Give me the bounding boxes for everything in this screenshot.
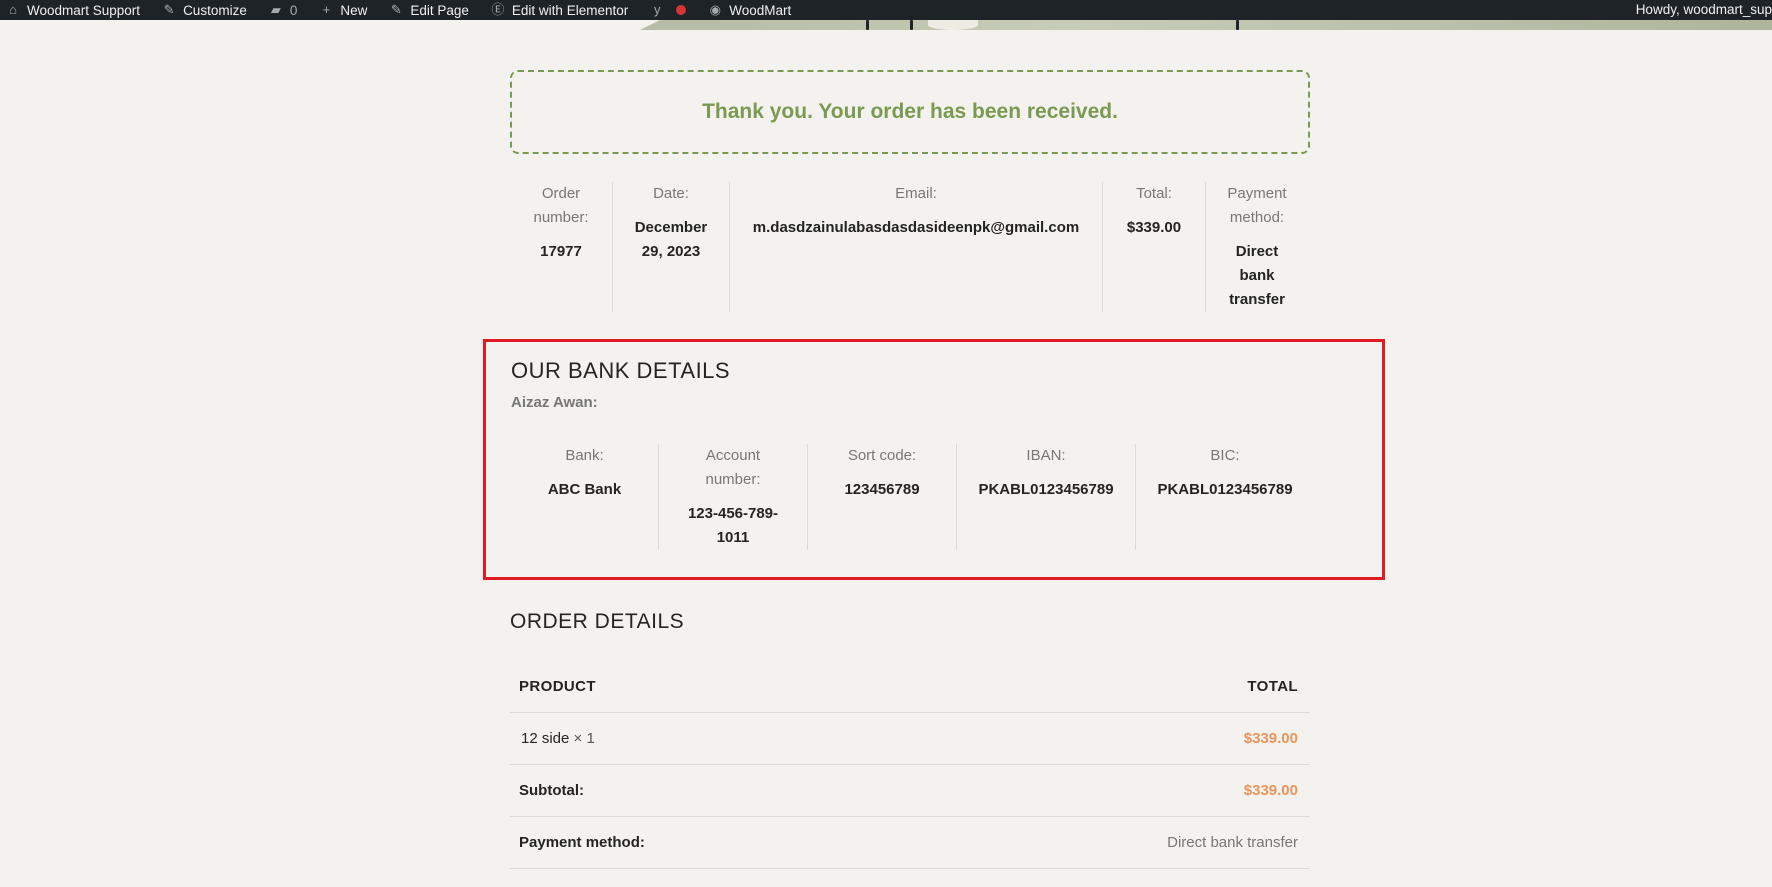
comment-icon: ▰	[270, 2, 281, 17]
admin-site-link[interactable]: ⌂ Woodmart Support	[6, 3, 140, 18]
table-row: Subtotal: $339.00	[510, 765, 1310, 817]
table-row: Payment method: Direct bank transfer	[510, 817, 1310, 869]
account-number-item: Account number: 123-456-789-1011	[659, 444, 808, 550]
product-cell: 12 side × 1	[519, 730, 595, 747]
email-value: m.dasdzainulabasdasdasideenpk@gmail.com	[752, 219, 1080, 236]
woodmart-icon: ◉	[709, 2, 721, 17]
overview-total: Total: $339.00	[1103, 182, 1206, 312]
admin-yoast-link[interactable]: y	[650, 3, 664, 17]
admin-elementor-link[interactable]: Ⓔ Edit with Elementor	[491, 3, 628, 18]
order-overview: Order number: 17977 Date: December 29, 2…	[510, 182, 1310, 312]
bic-value: PKABL0123456789	[1157, 481, 1293, 498]
hero-stroke	[866, 20, 869, 30]
payment-label: Payment method:	[1227, 185, 1287, 226]
order-number-value: 17977	[540, 243, 582, 260]
product-total: $339.00	[1243, 730, 1298, 747]
admin-elementor-label: Edit with Elementor	[511, 2, 629, 18]
plus-icon: +	[322, 2, 331, 17]
pencil-icon: ✎	[390, 2, 402, 17]
table-header-row: PRODUCT TOTAL	[510, 660, 1310, 713]
order-details-table: PRODUCT TOTAL 12 side × 1 $339.00 Subtot…	[510, 660, 1310, 869]
date-label: Date:	[653, 185, 689, 202]
bank-details-list: Bank: ABC Bank Account number: 123-456-7…	[511, 444, 1314, 550]
admin-comments-count: 0	[289, 2, 298, 18]
home-icon: ⌂	[9, 2, 17, 17]
iban-label: IBAN:	[1026, 447, 1066, 464]
account-number-value: 123-456-789-1011	[687, 505, 779, 546]
payment-value: Direct bank transfer	[1229, 243, 1285, 308]
bic-label: BIC:	[1210, 447, 1240, 464]
admin-howdy-label: Howdy, woodmart_sup	[1635, 2, 1772, 17]
subtotal-value: $339.00	[1243, 782, 1298, 799]
payment-method-value: Direct bank transfer	[1167, 834, 1298, 851]
bank-name-label: Bank:	[565, 447, 604, 464]
admin-woodmart-link[interactable]: ◉ WoodMart	[708, 2, 792, 18]
product-column-header: PRODUCT	[519, 677, 596, 695]
admin-site-name: Woodmart Support	[27, 2, 141, 18]
order-details-title: ORDER DETAILS	[510, 610, 685, 633]
yoast-icon: y	[653, 2, 661, 17]
order-number-label: Order number:	[533, 185, 589, 226]
overview-date: Date: December 29, 2023	[613, 182, 730, 312]
hero-shape	[928, 20, 978, 30]
hero-image-strip	[0, 20, 1772, 30]
order-received-notice: Thank you. Your order has been received.	[510, 70, 1310, 154]
total-column-header: TOTAL	[1247, 677, 1298, 695]
product-name-link[interactable]: 12 side	[521, 730, 569, 747]
hero-stroke	[1236, 20, 1239, 30]
total-label: Total:	[1136, 185, 1172, 202]
admin-comments-link[interactable]: ▰ 0	[269, 3, 298, 18]
total-value: $339.00	[1126, 219, 1182, 236]
sort-code-item: Sort code: 123456789	[808, 444, 957, 550]
brush-icon: ✎	[163, 2, 175, 17]
admin-customize-label: Customize	[183, 2, 247, 18]
bank-account-holder: Aizaz Awan:	[511, 394, 598, 411]
overview-order-number: Order number: 17977	[510, 182, 613, 312]
bank-details-section: OUR BANK DETAILS Aizaz Awan: Bank: ABC B…	[483, 339, 1385, 580]
sort-code-value: 123456789	[844, 481, 920, 498]
overview-email: Email: m.dasdzainulabasdasdasideenpk@gma…	[730, 182, 1103, 312]
bank-details-title: OUR BANK DETAILS	[511, 358, 731, 383]
account-number-label: Account number:	[705, 447, 761, 488]
admin-edit-page-label: Edit Page	[410, 2, 469, 18]
date-value: December 29, 2023	[634, 219, 708, 260]
admin-account-menu[interactable]: Howdy, woodmart_sup	[1636, 0, 1772, 20]
admin-customize-link[interactable]: ✎ Customize	[162, 3, 247, 18]
email-label: Email:	[895, 185, 937, 202]
admin-woodmart-label: WoodMart	[729, 2, 792, 18]
order-received-text: Thank you. Your order has been received.	[702, 100, 1118, 123]
bank-name-item: Bank: ABC Bank	[511, 444, 659, 550]
subtotal-label: Subtotal:	[519, 782, 584, 799]
hero-blank	[0, 20, 640, 30]
overview-payment: Payment method: Direct bank transfer	[1206, 182, 1308, 312]
product-quantity: × 1	[573, 730, 595, 747]
admin-edit-page-link[interactable]: ✎ Edit Page	[389, 3, 469, 18]
payment-method-label: Payment method:	[519, 834, 645, 851]
hero-edge	[640, 20, 660, 30]
admin-new-link[interactable]: + New	[319, 2, 368, 18]
iban-value: PKABL0123456789	[978, 481, 1114, 498]
elementor-icon: Ⓔ	[491, 2, 505, 17]
sort-code-label: Sort code:	[847, 447, 917, 464]
seo-status-dot-icon	[676, 5, 687, 15]
bic-item: BIC: PKABL0123456789	[1136, 444, 1314, 550]
table-row: 12 side × 1 $339.00	[510, 713, 1310, 765]
hero-stroke	[910, 20, 913, 30]
admin-new-label: New	[340, 2, 368, 18]
bank-name-value: ABC Bank	[547, 481, 622, 498]
iban-item: IBAN: PKABL0123456789	[957, 444, 1136, 550]
admin-bar: ⌂ Woodmart Support ✎ Customize ▰ 0 + New…	[0, 0, 1772, 20]
